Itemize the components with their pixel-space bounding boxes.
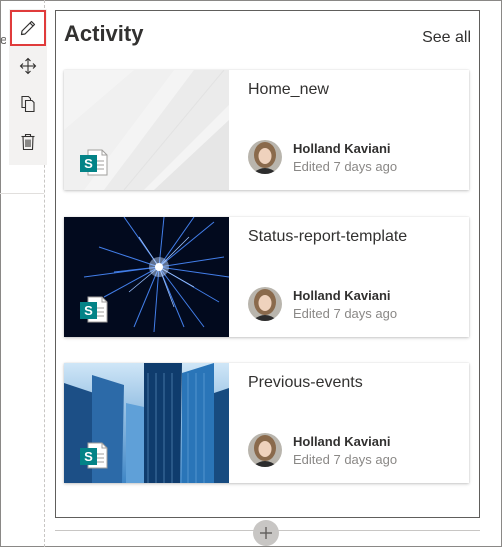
edited-time: Edited 7 days ago: [293, 159, 398, 174]
move-icon: [19, 57, 37, 75]
delete-icon: [21, 133, 35, 151]
activity-card[interactable]: S Previous-events Holland Kaviani Edited…: [64, 363, 469, 483]
author-name: Holland Kaviani: [293, 288, 391, 303]
truncated-text: e: [0, 32, 6, 47]
document-title[interactable]: Status-report-template: [248, 228, 407, 246]
activity-webpart: Activity See all S Home_new Holland Kavi…: [55, 10, 480, 518]
svg-text:S: S: [84, 449, 93, 464]
webpart-title: Activity: [64, 21, 144, 46]
author-name: Holland Kaviani: [293, 141, 391, 156]
activity-card[interactable]: S Home_new Holland Kaviani Edited 7 days…: [64, 70, 469, 190]
plus-icon: [260, 527, 272, 539]
avatar: [248, 140, 282, 174]
edit-webpart-button[interactable]: [10, 10, 46, 46]
activity-card[interactable]: S Status-report-template Holland Kaviani…: [64, 217, 469, 337]
svg-text:S: S: [84, 303, 93, 318]
see-all-link[interactable]: See all: [422, 29, 471, 47]
edited-time: Edited 7 days ago: [293, 306, 398, 321]
document-title[interactable]: Previous-events: [248, 374, 363, 392]
duplicate-webpart-button[interactable]: [11, 87, 45, 121]
avatar: [248, 433, 282, 467]
edited-time: Edited 7 days ago: [293, 452, 398, 467]
svg-text:S: S: [84, 156, 93, 171]
avatar: [248, 287, 282, 321]
duplicate-icon: [21, 95, 35, 113]
author-name: Holland Kaviani: [293, 434, 391, 449]
sharepoint-page-icon: S: [78, 293, 110, 330]
sharepoint-page-icon: S: [78, 146, 110, 183]
delete-webpart-button[interactable]: [11, 125, 45, 159]
webpart-toolbar: [9, 9, 47, 165]
pencil-icon: [20, 20, 36, 36]
sharepoint-page-icon: S: [78, 439, 110, 476]
add-webpart-button[interactable]: [253, 520, 279, 546]
move-webpart-button[interactable]: [11, 49, 45, 83]
document-title[interactable]: Home_new: [248, 81, 329, 99]
divider: [0, 193, 44, 194]
